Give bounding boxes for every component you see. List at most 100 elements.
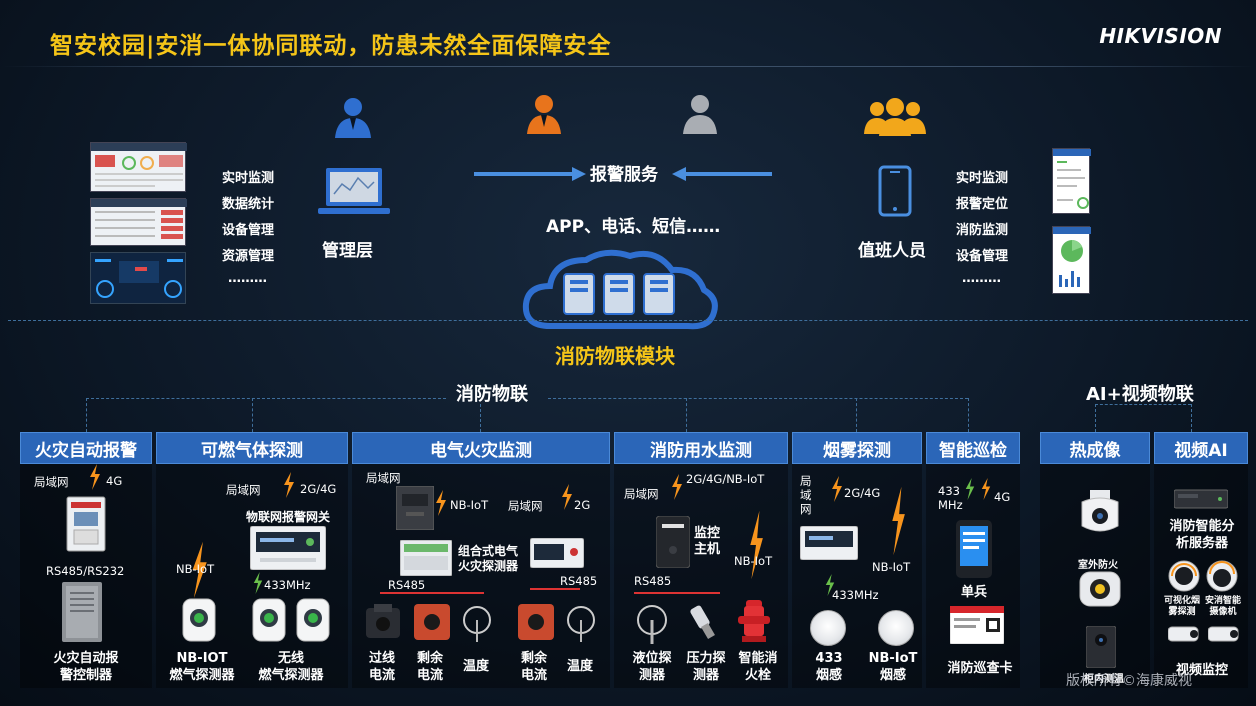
alarm-service-label: 报警服务 xyxy=(590,165,658,185)
analysis-server-device xyxy=(1173,488,1229,514)
category-thermal: 热成像 xyxy=(1040,432,1150,464)
label-net: 2G/4G xyxy=(300,482,337,496)
gas-detector-wireless-1 xyxy=(252,598,286,646)
residual-current-sensor-2 xyxy=(518,604,554,644)
category-gas: 可燃气体探测 xyxy=(156,432,348,464)
connector-line xyxy=(480,404,481,432)
label-mhz: 433MHz xyxy=(264,578,311,592)
arrow-left-icon xyxy=(672,166,772,185)
signal-bolt-icon xyxy=(980,478,992,504)
category-electrical: 电气火灾监测 xyxy=(352,432,610,464)
wiring-line xyxy=(530,588,580,590)
module-label: 消防物联模块 xyxy=(555,344,675,368)
feature-item: 设备管理 xyxy=(956,249,1009,264)
label-lan: 局域网 xyxy=(624,487,659,501)
caption-soldier: 单兵 xyxy=(960,585,987,600)
caption-overcurrent: 过线 电流 xyxy=(368,651,395,683)
signal-bolt-icon xyxy=(88,464,102,494)
connector-line xyxy=(1191,404,1192,432)
residual-current-sensor-1 xyxy=(414,604,450,644)
electrical-terminal-device xyxy=(395,485,435,534)
caption-wireless-gas: 无线 燃气探测器 xyxy=(258,651,324,683)
label-mhz: 433MHz xyxy=(832,588,879,602)
signal-bolt-green-icon xyxy=(252,572,264,598)
feature-item: 设备管理 xyxy=(222,223,275,238)
connector-line xyxy=(252,398,253,432)
caption-outdoor-fire: 室外防火 xyxy=(1078,560,1118,571)
caption-patrol-card: 消防巡查卡 xyxy=(947,661,1013,676)
category-smoke: 烟雾探测 xyxy=(792,432,922,464)
label-bus: RS485/RS232 xyxy=(46,564,125,578)
signal-bolt-icon xyxy=(748,510,764,584)
label-2g: 2G xyxy=(574,498,591,512)
connector-line xyxy=(86,398,87,432)
notification-channels: APP、电话、短信…… xyxy=(546,217,721,237)
dashboard-screenshot-1 xyxy=(90,142,187,192)
label-lan: 局域网 xyxy=(226,483,261,497)
caption-smart-hydrant: 智能消 火栓 xyxy=(738,651,778,683)
level-probe-device xyxy=(632,600,672,648)
connector-line xyxy=(1095,404,1096,432)
copyright-watermark: 版权所有©海康威视 xyxy=(1066,673,1192,689)
signal-bolt-icon xyxy=(890,486,906,560)
feature-item: 消防监测 xyxy=(956,223,1009,238)
gateway-label: 物联网报警网关 xyxy=(246,510,331,524)
caption-smoke-433: 433 烟感 xyxy=(815,651,843,683)
signal-bolt-icon xyxy=(830,476,844,506)
right-feature-list: 实时监测 报警定位 消防监测 设备管理 ……… xyxy=(956,167,1026,297)
patrol-card-device xyxy=(949,605,1005,648)
feature-item: 实时监测 xyxy=(956,171,1009,186)
label-rs485: RS485 xyxy=(634,574,672,588)
mobile-screenshot-1 xyxy=(1052,148,1091,214)
laptop-icon xyxy=(318,166,390,224)
caption-pressure-probe: 压力探 测器 xyxy=(686,651,726,683)
alarm-panel-device xyxy=(66,496,106,552)
overcurrent-sensor xyxy=(366,604,400,644)
label-nbiot: NB-IoT xyxy=(450,498,489,512)
caption-analysis-server: 消防智能分 析服务器 xyxy=(1169,519,1235,551)
signal-bolt-green-icon xyxy=(964,478,976,504)
category-patrol: 智能巡检 xyxy=(926,432,1020,464)
temperature-probe-2 xyxy=(564,602,598,646)
label-4g: 4G xyxy=(106,474,123,488)
caption-nbiot-gas: NB-IOT 燃气探测器 xyxy=(169,651,235,683)
category-video-ai: 视频AI xyxy=(1154,432,1248,464)
signal-bolt-icon xyxy=(434,490,448,520)
caption-controller: 火灾自动报 警控制器 xyxy=(53,651,119,683)
label-nbiot: NB-IoT xyxy=(734,554,773,568)
temperature-probe-1 xyxy=(460,602,494,646)
mobile-screenshot-2 xyxy=(1052,226,1091,294)
left-feature-list: 实时监测 数据统计 设备管理 资源管理 ……… xyxy=(222,167,292,297)
electrical-probe-device xyxy=(529,537,585,572)
bullet-thermal-camera xyxy=(1078,570,1122,612)
feature-item: 数据统计 xyxy=(222,197,275,212)
label-nbiot: NB-IoT xyxy=(176,562,215,576)
bullet-camera-1 xyxy=(1167,624,1204,648)
feature-item: 实时监测 xyxy=(222,171,275,186)
connector-line xyxy=(968,398,969,432)
management-label: 管理层 xyxy=(322,241,373,261)
smoke-detector-nbiot xyxy=(878,610,914,646)
handheld-terminal-device xyxy=(956,520,992,582)
combo-detector-label: 组合式电气 火灾探测器 xyxy=(458,544,519,573)
caption-smart-camera: 安消智能 摄像机 xyxy=(1204,596,1241,617)
label-lan: 局域网 xyxy=(34,475,69,489)
label-mhz: 433 MHz xyxy=(938,484,963,512)
connector-line xyxy=(86,398,446,399)
duty-group-icon xyxy=(864,96,926,140)
signal-bolt-icon xyxy=(282,472,296,502)
label-rs485: RS485 xyxy=(388,578,426,592)
feature-item: 报警定位 xyxy=(956,197,1009,212)
smoke-vision-camera xyxy=(1168,560,1200,596)
cloud-server-icon xyxy=(520,246,720,338)
monitor-host-label: 监控 主机 xyxy=(694,526,721,557)
wiring-line xyxy=(380,592,484,594)
header-divider xyxy=(0,66,1256,67)
caption-temp-1: 温度 xyxy=(462,659,489,674)
combo-detector-device xyxy=(399,539,453,580)
label-rs485: RS485 xyxy=(560,574,598,588)
signal-bolt-icon xyxy=(670,474,684,504)
orange-person-icon xyxy=(526,94,562,138)
group-label-ai-video: AI+视频物联 xyxy=(1086,384,1194,405)
monitor-host-device xyxy=(655,515,691,572)
